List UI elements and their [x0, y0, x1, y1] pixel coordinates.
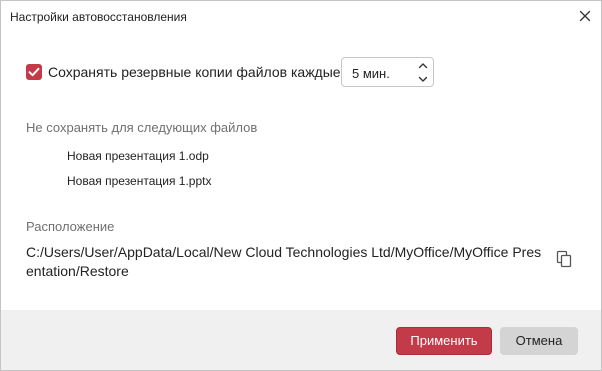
- dialog-titlebar: Настройки автовосстановления: [1, 1, 601, 32]
- copy-icon: [556, 250, 572, 268]
- interval-increase-button[interactable]: [417, 61, 429, 71]
- interval-value[interactable]: 5 мин.: [352, 66, 390, 81]
- excluded-file-item: Новая презентация 1.odp: [67, 149, 209, 163]
- close-button[interactable]: [576, 7, 594, 25]
- dialog-title: Настройки автовосстановления: [10, 10, 187, 24]
- autosave-label[interactable]: Сохранять резервные копии файлов каждые: [48, 64, 341, 80]
- close-icon: [579, 10, 591, 22]
- location-path: C:/Users/User/AppData/Local/New Cloud Te…: [26, 244, 542, 279]
- copy-path-button[interactable]: [556, 250, 572, 268]
- chevron-down-icon: [418, 76, 428, 82]
- checkmark-icon: [28, 67, 40, 77]
- chevron-up-icon: [418, 63, 428, 69]
- exclusions-heading: Не сохранять для следующих файлов: [26, 120, 258, 135]
- apply-button[interactable]: Применить: [396, 327, 492, 355]
- cancel-button[interactable]: Отмена: [500, 327, 578, 355]
- dialog-footer: Применить Отмена: [1, 310, 601, 370]
- interval-spinbox[interactable]: 5 мин.: [341, 57, 434, 87]
- interval-decrease-button[interactable]: [417, 74, 429, 84]
- excluded-file-item: Новая презентация 1.pptx: [67, 174, 212, 188]
- autorecovery-settings-dialog: Настройки автовосстановления Сохранять р…: [0, 0, 602, 371]
- location-heading: Расположение: [26, 219, 115, 234]
- autosave-checkbox[interactable]: [26, 64, 42, 80]
